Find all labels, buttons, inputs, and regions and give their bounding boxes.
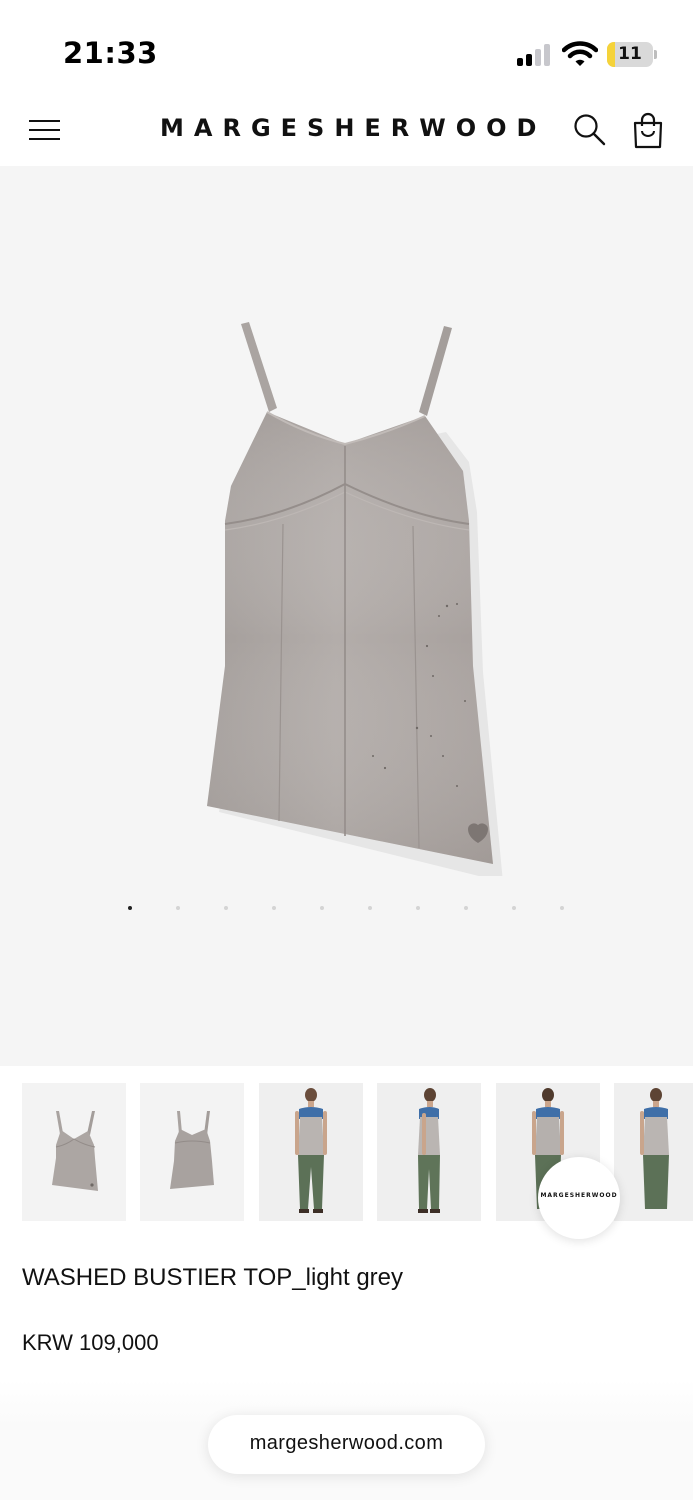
wifi-icon (561, 40, 599, 68)
product-price: KRW 109,000 (22, 1330, 159, 1355)
gallery-dot[interactable] (556, 905, 604, 911)
gallery-dot[interactable] (124, 905, 172, 911)
thumbnail-model-side[interactable] (377, 1083, 481, 1221)
brand-chat-button[interactable]: MARGESHERWOOD (538, 1157, 620, 1239)
thumbnail-model-front[interactable] (259, 1083, 363, 1221)
gallery-pagination[interactable] (124, 905, 604, 913)
product-image-gallery[interactable] (0, 166, 693, 1066)
cellular-signal-icon (517, 44, 553, 66)
gallery-dot[interactable] (316, 905, 364, 911)
hamburger-menu-icon[interactable] (28, 116, 62, 144)
browser-url-bar[interactable]: margesherwood.com (208, 1415, 485, 1474)
gallery-dot[interactable] (412, 905, 460, 911)
gallery-dot[interactable] (364, 905, 412, 911)
status-time: 21:33 (63, 36, 158, 70)
status-bar: 21:33 11 (0, 0, 693, 100)
thumbnail-product-back[interactable] (140, 1083, 244, 1221)
product-title: WASHED BUSTIER TOP_light grey (22, 1264, 403, 1291)
gallery-dot[interactable] (172, 905, 220, 911)
battery-icon: 11 (607, 42, 657, 67)
gallery-dot[interactable] (220, 905, 268, 911)
gallery-dot[interactable] (460, 905, 508, 911)
browser-url-text: margesherwood.com (249, 1432, 444, 1454)
shopping-bag-icon[interactable] (630, 112, 666, 150)
battery-level: 11 (618, 44, 642, 64)
gallery-dot[interactable] (508, 905, 556, 911)
site-header: MARGESHERWOOD (0, 100, 693, 166)
thumbnail-product-front[interactable] (22, 1083, 126, 1221)
brand-chat-label: MARGESHERWOOD (540, 1192, 618, 1199)
gallery-dot[interactable] (268, 905, 316, 911)
brand-logo[interactable]: MARGESHERWOOD (160, 114, 536, 142)
product-main-image (195, 316, 505, 882)
thumbnail-model-partial[interactable] (614, 1083, 693, 1221)
search-icon[interactable] (572, 112, 608, 148)
